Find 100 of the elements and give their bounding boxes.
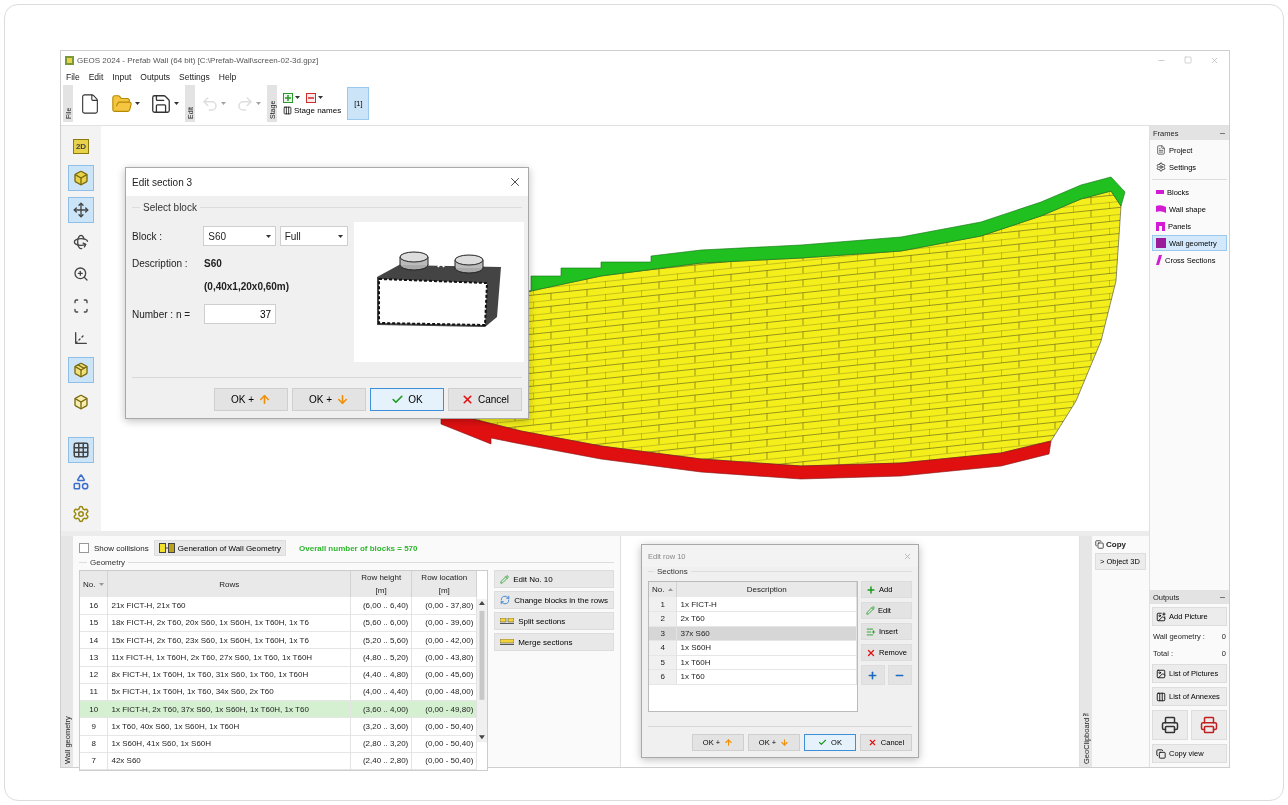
arrow-down-icon — [336, 393, 350, 406]
checkbox-label: Show collisions — [94, 543, 149, 553]
checkbox[interactable] — [79, 543, 89, 553]
close-icon[interactable] — [508, 175, 522, 189]
ok-button[interactable]: OK + — [214, 388, 288, 411]
view-tool-button[interactable] — [68, 357, 94, 383]
table-cell: 1x FICT-H, 2x T60, 37x S60, 1x S60H, 1x T60H, 1x T60 — [107, 700, 351, 718]
action-button[interactable]: Split sections — [494, 612, 614, 630]
table-cell: (5,60 .. 6,00) — [350, 614, 412, 632]
insert-icon — [866, 626, 876, 637]
action-button[interactable]: Change blocks in the rows — [494, 591, 614, 609]
bar-icon — [1156, 190, 1164, 194]
table-cell: 9 — [80, 717, 108, 735]
field-label: Block : — [132, 230, 163, 242]
columns-icon — [283, 105, 292, 115]
display-tool-button[interactable] — [68, 437, 94, 463]
table-cell: 13 — [80, 648, 108, 666]
action-button[interactable]: Merge sections — [494, 633, 614, 651]
menu-item[interactable]: Outputs — [140, 72, 171, 82]
view-tool-button[interactable]: 2D — [68, 133, 94, 159]
fieldset-legend: Select block — [140, 202, 200, 213]
close-icon — [460, 393, 474, 406]
table-cell: (0,00 - 37,80) — [411, 597, 477, 615]
menu-item[interactable]: Help — [218, 72, 237, 82]
generate-button[interactable]: Generation of Wall Geometry — [153, 540, 286, 556]
minus-icon — [306, 92, 316, 103]
table-row[interactable]: 1 1x FICT-H — [649, 597, 857, 612]
table-cell: 5x FICT-H, 1x T60H, 1x T60, 34x S60, 2x T60 — [107, 683, 351, 701]
table-cell: (3,60 .. 4,00) — [350, 700, 412, 718]
table-cell: (3,20 .. 3,60) — [350, 717, 412, 735]
fieldset-legend: Sections — [654, 567, 691, 576]
table-cell: 1x FICT-H — [676, 597, 857, 612]
table-cell: (5,20 .. 5,60) — [350, 631, 412, 649]
number-field[interactable]: 37 — [204, 304, 276, 324]
move-icon — [73, 202, 89, 218]
dialog-title: Edit section 3 — [132, 176, 193, 188]
print-button[interactable] — [1152, 710, 1188, 740]
table-cell: (0,00 - 50,40) — [411, 752, 477, 770]
menu-item[interactable]: Input — [112, 72, 132, 82]
menu-item[interactable]: Settings — [179, 72, 210, 82]
pencil-icon — [500, 574, 510, 584]
copy-icon — [1156, 748, 1166, 759]
menu-item[interactable]: File — [66, 72, 80, 82]
menu-item[interactable]: Edit — [88, 72, 104, 82]
table-cell: (0,00 - 42,00) — [411, 631, 477, 649]
ok-button[interactable]: OK + — [292, 388, 366, 411]
dropdown-caret-icon — [338, 234, 343, 238]
table-cell: (0,00 - 50,40) — [411, 735, 477, 753]
close-icon — [867, 738, 877, 747]
block-count-summary: Overall number of blocks = 570 — [299, 543, 418, 553]
table-cell: (4,80 .. 5,20) — [350, 648, 412, 666]
action-button[interactable]: Edit No. 10 — [494, 570, 614, 588]
table-cell: 7 — [80, 752, 108, 770]
picture-icon — [1156, 611, 1166, 622]
print-button[interactable] — [1191, 710, 1227, 740]
view-tool-button[interactable] — [68, 165, 94, 191]
table-cell: (2,40 .. 2,80) — [350, 752, 412, 770]
add-button[interactable] — [861, 665, 885, 685]
table-cell: (4,00 .. 4,40) — [350, 683, 412, 701]
undo-icon — [201, 94, 219, 113]
wall-icon — [1156, 238, 1166, 248]
block-size: (0,40x1,20x0,60m) — [204, 281, 290, 292]
table-cell: 42x S60 — [107, 752, 351, 770]
remove-stage-button[interactable] — [306, 92, 323, 103]
field-label: Description : — [132, 258, 189, 269]
columns-icon — [1156, 691, 1166, 702]
table-cell: 1x T60, 40x S60, 1x S60H, 1x T60H — [107, 717, 351, 735]
table-cell: 2x T60 — [676, 611, 857, 626]
cube-icon — [73, 170, 89, 186]
table-cell: (0,00 - 45,60) — [411, 666, 477, 684]
table-cell: (6,00 .. 6,40) — [350, 597, 412, 615]
settings-icon — [72, 505, 90, 523]
table-cell: (0,00 - 43,80) — [411, 648, 477, 666]
ok-button[interactable]: OK — [370, 388, 444, 411]
rotate-icon — [73, 234, 89, 250]
copy-label: Copy — [1095, 540, 1146, 549]
table-cell: 8x FICT-H, 1x T60H, 1x T60, 31x S60, 1x T60, 1x T60H — [107, 666, 351, 684]
cube-icon — [73, 362, 89, 378]
table-cell: (2,80 .. 3,20) — [350, 735, 412, 753]
settings-icon — [1156, 162, 1166, 172]
cancel-button[interactable]: Cancel — [448, 388, 522, 411]
block-select[interactable]: S60 — [203, 226, 276, 246]
curved-wall-icon — [1156, 205, 1166, 213]
view-tool-button[interactable] — [68, 197, 94, 223]
copy-icon — [1095, 540, 1104, 549]
blocks-icon — [158, 543, 175, 553]
table-cell: (4,40 .. 4,80) — [350, 666, 412, 684]
slanted-bar-icon — [1156, 255, 1162, 265]
add-stage-button[interactable] — [283, 92, 300, 103]
plus-icon — [866, 584, 876, 595]
block-name: S60 — [204, 258, 222, 269]
zoom-icon — [73, 266, 89, 282]
field-label: Number : n = — [132, 308, 192, 320]
table-cell: 10 — [80, 700, 108, 718]
redo-icon — [236, 94, 254, 113]
table-cell: 15x FICT-H, 2x T60, 23x S60, 1x S60H, 1x T60H, 1x T6 — [107, 631, 351, 649]
table-cell: 18x FICT-H, 2x T60, 20x S60, 1x S60H, 1x T60H, 1x T6 — [107, 614, 351, 632]
table-row[interactable]: 16 21x FICT-H, 21x T60 (6,00 .. 6,40) (0,00 - 37,80) — [80, 597, 477, 615]
variant-select[interactable]: Full — [279, 226, 348, 246]
stage-names-button[interactable]: Stage names — [283, 105, 342, 115]
